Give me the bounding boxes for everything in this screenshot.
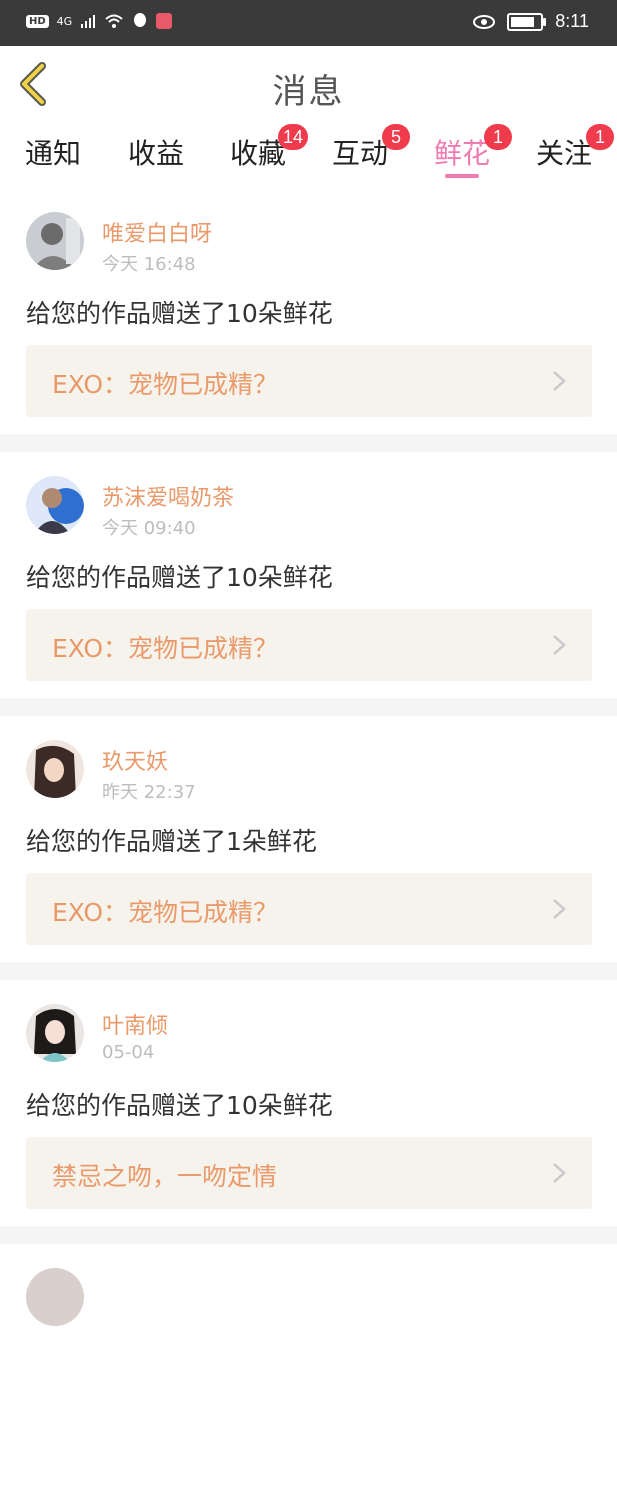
tab-interactions[interactable]: 互动 5: [332, 124, 410, 172]
tab-follow[interactable]: 关注 1: [536, 124, 614, 172]
network-indicator: 4G: [56, 14, 73, 28]
chevron-right-icon: [553, 1163, 566, 1183]
chevron-right-icon: [553, 635, 566, 655]
divider: [0, 1226, 617, 1244]
tab-label: 收藏: [230, 137, 287, 170]
top-app-bar: 消息: [0, 46, 617, 123]
status-left: HD 4G: [26, 12, 173, 30]
status-right: 8:11: [473, 11, 589, 32]
unread-badge: 1: [586, 124, 614, 150]
timestamp: 今天 09:40: [102, 518, 196, 539]
timestamp: 昨天 22:37: [102, 782, 196, 803]
unread-badge: 14: [278, 124, 309, 150]
work-link[interactable]: EXO：宠物已成精？: [26, 873, 592, 945]
clock: 8:11: [555, 11, 589, 31]
tab-earnings[interactable]: 收益: [128, 132, 184, 172]
tab-label: 通知: [25, 137, 82, 170]
list-item: 苏沫爱喝奶茶 今天 09:40 给您的作品赠送了10朵鲜花 EXO：宠物已成精？: [0, 452, 617, 698]
work-link[interactable]: EXO：宠物已成精？: [26, 609, 592, 681]
work-link[interactable]: 禁忌之吻，一吻定情: [26, 1137, 592, 1209]
user-name[interactable]: 苏沫爱喝奶茶: [102, 480, 234, 512]
message-list: 唯爱白白呀 今天 16:48 给您的作品赠送了10朵鲜花 EXO：宠物已成精？ …: [0, 188, 617, 1490]
list-item: 叶南倾 05-04 给您的作品赠送了10朵鲜花 禁忌之吻，一吻定情: [0, 980, 617, 1226]
divider: [0, 434, 617, 452]
list-item: [0, 1244, 617, 1490]
timestamp: 今天 16:48: [102, 254, 196, 275]
hd-indicator: HD: [26, 14, 49, 28]
work-title: 禁忌之吻，一吻定情: [52, 1162, 278, 1191]
tab-label: 鲜花: [434, 137, 491, 170]
message-text: 给您的作品赠送了10朵鲜花: [26, 299, 333, 328]
avatar[interactable]: [26, 1004, 84, 1062]
eye-comfort-icon: [473, 14, 496, 29]
avatar[interactable]: [26, 1268, 84, 1326]
user-name[interactable]: 唯爱白白呀: [102, 216, 212, 248]
tab-notice[interactable]: 通知: [25, 132, 81, 172]
avatar[interactable]: [26, 740, 84, 798]
work-title: EXO：宠物已成精？: [52, 634, 279, 663]
user-name[interactable]: 叶南倾: [102, 1008, 168, 1040]
avatar[interactable]: [26, 476, 84, 534]
tab-label: 收益: [128, 137, 185, 170]
avatar[interactable]: [26, 212, 84, 270]
list-item: 玖天妖 昨天 22:37 给您的作品赠送了1朵鲜花 EXO：宠物已成精？: [0, 716, 617, 962]
battery-icon: [507, 12, 547, 31]
active-tab-indicator: [445, 174, 479, 178]
divider: [0, 698, 617, 716]
tab-flowers[interactable]: 鲜花 1: [434, 124, 512, 172]
tab-label: 互动: [332, 137, 389, 170]
wifi-icon: [105, 14, 123, 28]
list-item: 唯爱白白呀 今天 16:48 给您的作品赠送了10朵鲜花 EXO：宠物已成精？: [0, 188, 617, 434]
work-title: EXO：宠物已成精？: [52, 898, 279, 927]
divider: [0, 962, 617, 980]
tab-label: 关注: [536, 137, 593, 170]
chevron-right-icon: [553, 899, 566, 919]
unread-badge: 1: [484, 124, 512, 150]
qq-icon: [134, 13, 147, 27]
message-text: 给您的作品赠送了10朵鲜花: [26, 1091, 333, 1120]
timestamp: 05-04: [102, 1042, 155, 1063]
user-name[interactable]: 玖天妖: [102, 744, 168, 776]
message-text: 给您的作品赠送了10朵鲜花: [26, 563, 333, 592]
app-notification-icon: [156, 13, 173, 29]
tab-bar: 通知 收益 收藏 14 互动 5 鲜花 1 关注 1: [0, 122, 617, 188]
chevron-right-icon: [553, 371, 566, 391]
work-title: EXO：宠物已成精？: [52, 370, 279, 399]
tab-favorites[interactable]: 收藏 14: [230, 124, 309, 172]
message-text: 给您的作品赠送了1朵鲜花: [26, 827, 317, 856]
status-bar: HD 4G 8:11: [0, 0, 617, 46]
work-link[interactable]: EXO：宠物已成精？: [26, 345, 592, 417]
page-title: 消息: [272, 72, 345, 112]
signal-icon: [81, 15, 96, 28]
unread-badge: 5: [382, 124, 410, 150]
